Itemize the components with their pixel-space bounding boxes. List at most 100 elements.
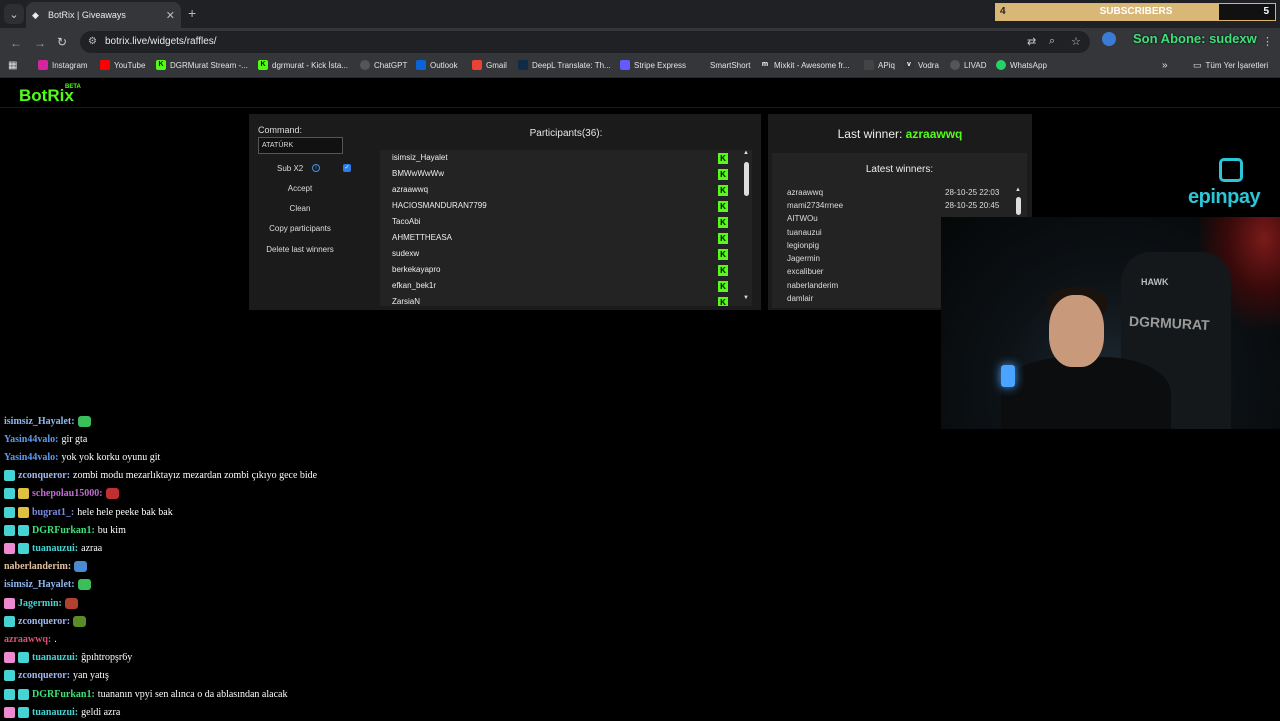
translate-icon[interactable]: ⇄	[1027, 35, 1036, 48]
chat-badge-icon	[4, 688, 15, 700]
accept-button[interactable]: Accept	[256, 180, 344, 198]
bookmark-vodra[interactable]: v Vodra	[904, 60, 939, 70]
bookmark-smartshort[interactable]: SmartShort	[696, 60, 750, 70]
chat-username[interactable]: zconqueror:	[18, 616, 70, 627]
chat-username[interactable]: Yasin44valo:	[4, 452, 58, 463]
chat-message: zconqueror: zombi modu mezarlıktayız meza…	[4, 467, 317, 485]
last-subscriber-overlay: Son Abone: sudexw	[1133, 31, 1257, 46]
forward-icon[interactable]: →	[34, 36, 46, 50]
winner-row: mami2734rrnee 28-10-25 20:45	[787, 201, 1000, 210]
chat-badge-icon	[4, 597, 15, 609]
command-input[interactable]: ATATÜRK	[258, 137, 343, 154]
address-bar[interactable]	[80, 31, 1090, 53]
bookmark-apiq[interactable]: APiq	[864, 60, 895, 70]
chat-username[interactable]: DGRFurkan1:	[32, 689, 95, 700]
url-text[interactable]: botrix.live/widgets/raffles/	[105, 36, 217, 47]
site-info-icon[interactable]: ⚙	[88, 36, 97, 47]
bookmark-mixkit[interactable]: m Mixkit - Awesome fr...	[760, 60, 849, 70]
bookmark-gmail[interactable]: Gmail	[472, 60, 507, 70]
whatsapp-icon	[996, 60, 1006, 70]
scroll-up-icon[interactable]: ▲	[1015, 187, 1021, 193]
participant-row: TacoAbi K	[392, 214, 732, 230]
participant-row: efkan_bek1r K	[392, 278, 732, 294]
chat-username[interactable]: isimsiz_Hayalet:	[4, 416, 75, 427]
stripe-icon	[620, 60, 630, 70]
participants-list[interactable]: isimsiz_Hayalet K BMWwWwWw K azraawwq K HAC…	[380, 150, 752, 306]
scroll-down-icon[interactable]: ▼	[743, 295, 749, 301]
scroll-thumb[interactable]	[744, 162, 749, 196]
delete-last-winners-button[interactable]: Delete last winners	[256, 241, 344, 259]
chat-username[interactable]: isimsiz_Hayalet:	[4, 579, 75, 590]
tab-title: BotRix | Giveaways	[48, 10, 126, 20]
reload-icon[interactable]: ↻	[57, 35, 67, 49]
bookmarks-overflow-icon[interactable]: »	[1162, 60, 1168, 71]
bookmark-outlook[interactable]: Outlook	[416, 60, 458, 70]
epinpay-logo-icon	[1219, 158, 1243, 182]
bookmark-stripe[interactable]: Stripe Express	[620, 60, 686, 70]
tab-botrix[interactable]: ◆ BotRix | Giveaways ✕	[26, 2, 181, 28]
info-icon[interactable]: i	[312, 164, 320, 172]
kick-icon: K	[718, 185, 728, 196]
kick-icon: K	[718, 265, 728, 276]
tab-search-button[interactable]: ⌄	[4, 4, 24, 24]
chat-text: yok yok korku oyunu git	[61, 451, 161, 463]
chat-message: zconqueror:	[4, 612, 87, 630]
clean-button[interactable]: Clean	[256, 200, 344, 218]
chat-overlay: isimsiz_Hayalet: Yasin44valo: gir gta Yasin…	[4, 412, 704, 720]
kick-icon: K	[718, 233, 728, 244]
chat-username[interactable]: zconqueror:	[18, 470, 70, 481]
bookmark-kick[interactable]: Kdgrmurat - Kick İsta...	[258, 60, 348, 70]
chat-username[interactable]: tuanauzui:	[32, 652, 78, 663]
youtube-icon	[100, 60, 110, 70]
extension-icon[interactable]	[1102, 32, 1116, 46]
copy-participants-button[interactable]: Copy participants	[256, 220, 344, 238]
bookmark-whatsapp[interactable]: WhatsApp	[996, 60, 1047, 70]
menu-icon[interactable]: ⋮	[1262, 35, 1273, 48]
new-tab-button[interactable]: +	[188, 5, 196, 21]
scroll-up-icon[interactable]: ▲	[743, 150, 749, 156]
all-bookmarks-folder[interactable]: ▭ Tüm Yer İşaretleri	[1193, 60, 1268, 71]
bookmark-dgrmurat-stream[interactable]: K DGRMurat Stream -...	[156, 60, 248, 70]
subscribers-goal: 5	[1263, 6, 1269, 17]
bookmark-instagram[interactable]: Instagram	[38, 60, 88, 70]
sub-x2-checkbox[interactable]: ✓	[343, 164, 351, 172]
chat-badge-icon	[4, 615, 15, 627]
apps-grid-icon[interactable]: ▦	[8, 60, 17, 71]
chat-message: bugrat1_: hele hele peeke bak bak	[4, 503, 173, 521]
bookmark-youtube[interactable]: YouTube	[100, 60, 145, 70]
chat-username[interactable]: naberlanderim:	[4, 561, 71, 572]
kick-icon: K	[718, 169, 728, 180]
scroll-thumb[interactable]	[1016, 197, 1021, 215]
participants-scrollbar[interactable]: ▲ ▼	[742, 150, 751, 306]
chat-badge-icon	[4, 652, 15, 664]
chat-username[interactable]: azraawwq:	[4, 634, 51, 645]
chat-emote-icon	[74, 561, 88, 573]
bookmark-chatgpt[interactable]: ChatGPT	[360, 60, 407, 70]
chat-username[interactable]: DGRFurkan1:	[32, 525, 95, 536]
outlook-icon	[416, 60, 426, 70]
beta-badge: BETA	[65, 84, 81, 90]
close-tab-icon[interactable]: ✕	[166, 9, 175, 22]
chat-text: tuananın vpyi sen alınca o da ablasından…	[97, 688, 288, 700]
winner-row: azraawwq 28-10-25 22:03	[787, 188, 1000, 197]
chat-username[interactable]: Yasin44valo:	[4, 434, 58, 445]
bookmark-livad[interactable]: LIVAD	[950, 60, 987, 70]
chat-username[interactable]: bugrat1_:	[32, 507, 74, 518]
last-winner-name: azraawwq	[905, 127, 963, 141]
participants-title: Participants(36):	[529, 128, 603, 139]
chat-message: tuanauzui: ğpıhtropşr6y	[4, 649, 132, 667]
zoom-icon[interactable]: ⌕	[1049, 35, 1055, 48]
participant-row: azraawwq K	[392, 182, 732, 198]
chat-username[interactable]: tuanauzui:	[32, 707, 78, 718]
chat-username[interactable]: tuanauzui:	[32, 543, 78, 554]
chat-badge-icon	[18, 688, 29, 700]
chat-badge-icon	[18, 706, 29, 718]
bookmark-deepl[interactable]: DeepL Translate: Th...	[518, 60, 611, 70]
chat-username[interactable]: schepolau15000:	[32, 488, 103, 499]
chat-username[interactable]: zconqueror:	[18, 670, 70, 681]
chat-emote-icon	[64, 597, 78, 609]
bookmark-star-icon[interactable]: ☆	[1071, 35, 1081, 48]
back-icon[interactable]: ←	[10, 36, 22, 50]
chat-username[interactable]: Jagermin:	[18, 598, 62, 609]
chat-emote-icon	[73, 615, 87, 627]
